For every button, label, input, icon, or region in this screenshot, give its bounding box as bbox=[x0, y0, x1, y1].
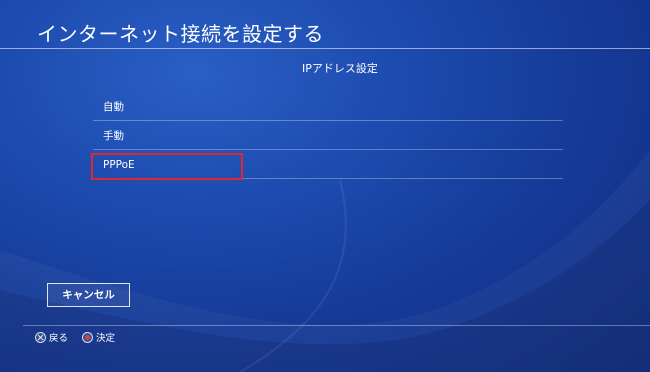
footer-hints: 戻る 決定 bbox=[35, 330, 129, 344]
confirm-hint[interactable]: 決定 bbox=[82, 330, 115, 344]
back-hint[interactable]: 戻る bbox=[35, 330, 68, 344]
page-title: インターネット接続を設定する bbox=[37, 22, 324, 46]
option-automatic[interactable]: 自動 bbox=[93, 94, 563, 121]
section-subtitle: IPアドレス設定 bbox=[302, 62, 378, 75]
footer-divider bbox=[23, 325, 650, 326]
cross-button-icon bbox=[35, 331, 46, 343]
title-divider bbox=[0, 48, 650, 49]
option-pppoe[interactable]: PPPoE bbox=[93, 152, 563, 179]
cancel-button[interactable]: キャンセル bbox=[47, 283, 130, 307]
confirm-label: 決定 bbox=[96, 333, 116, 344]
back-label: 戻る bbox=[49, 333, 69, 344]
circle-button-icon bbox=[82, 331, 94, 343]
background-wave bbox=[0, 150, 650, 372]
option-manual[interactable]: 手動 bbox=[93, 123, 563, 150]
